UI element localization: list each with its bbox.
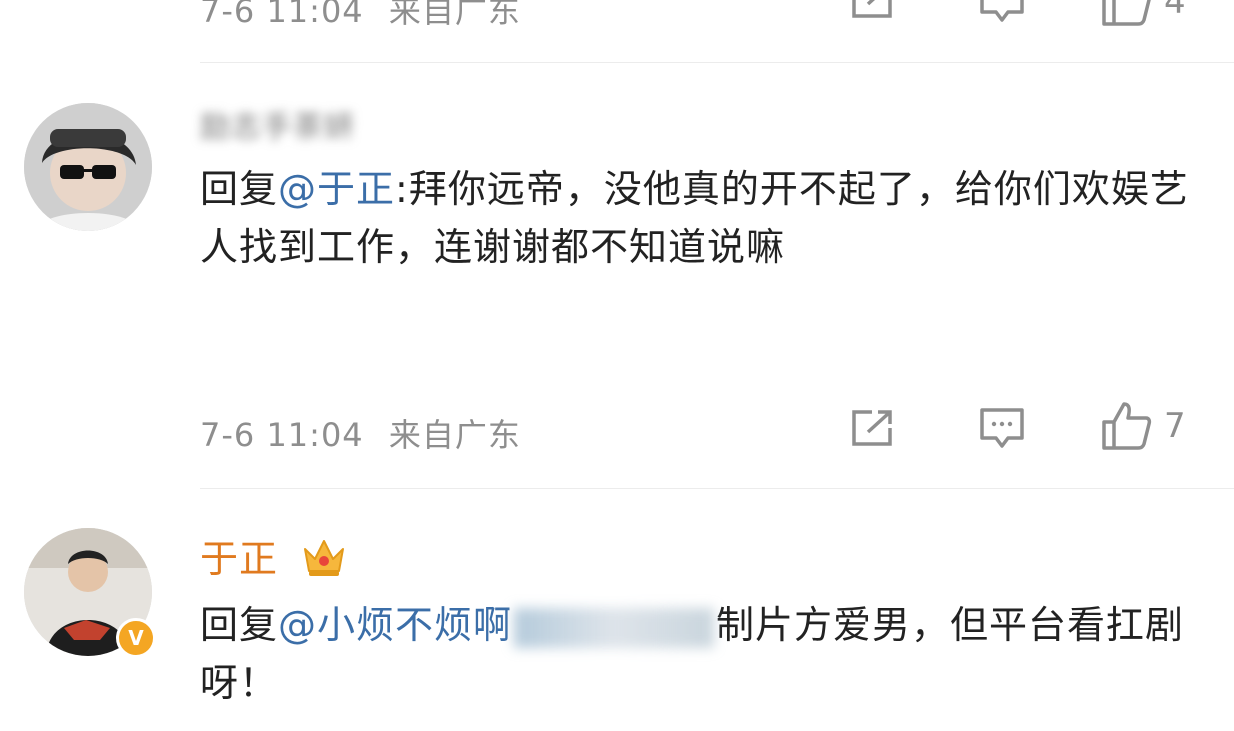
comment-button[interactable]	[978, 0, 1026, 24]
avatar-image	[24, 103, 152, 231]
reply-prefix: 回复	[200, 603, 279, 647]
username[interactable]: 励志手茶妍	[200, 102, 355, 146]
username[interactable]: 于正	[200, 528, 347, 588]
comment-time: 7-6 11:04	[200, 416, 364, 454]
divider	[200, 62, 1234, 63]
like-button[interactable]: 4	[1100, 0, 1186, 26]
verified-badge-icon: V	[116, 618, 156, 658]
divider	[200, 488, 1234, 489]
crown-badge-icon	[301, 535, 347, 588]
comment-button[interactable]	[978, 406, 1026, 450]
share-icon	[852, 410, 892, 446]
top-comment-meta: 7-6 11:04 来自广东	[200, 0, 521, 32]
comment-location: 来自广东	[388, 0, 521, 30]
redaction-smudge	[514, 607, 715, 648]
comment-icon	[980, 408, 1024, 448]
reply-prefix: 回复	[200, 167, 279, 211]
share-button[interactable]	[850, 408, 896, 448]
comment-meta: 7-6 11:04 来自广东	[200, 410, 521, 456]
share-button[interactable]	[850, 0, 896, 20]
like-count: 4	[1164, 0, 1186, 22]
comment-time: 7-6 11:04	[200, 0, 364, 30]
like-icon	[1102, 402, 1152, 450]
comment-location: 来自广东	[388, 416, 521, 454]
comment-text: 回复@小烦不烦啊 制片方爱男，但平台看扛剧呀！	[200, 596, 1210, 712]
comment-text: 回复@于正:拜你远帝，没他真的开不起了，给你们欢娱艺人找到工作，连谢谢都不知道说…	[200, 160, 1210, 276]
share-icon	[852, 0, 892, 18]
comment-icon	[980, 0, 1024, 22]
avatar[interactable]	[24, 103, 152, 231]
like-count: 7	[1164, 406, 1186, 446]
mention-link[interactable]: @小烦不烦啊	[278, 603, 512, 647]
mention-link[interactable]: @于正	[278, 167, 395, 211]
like-icon	[1102, 0, 1151, 26]
like-button[interactable]: 7	[1100, 402, 1186, 450]
